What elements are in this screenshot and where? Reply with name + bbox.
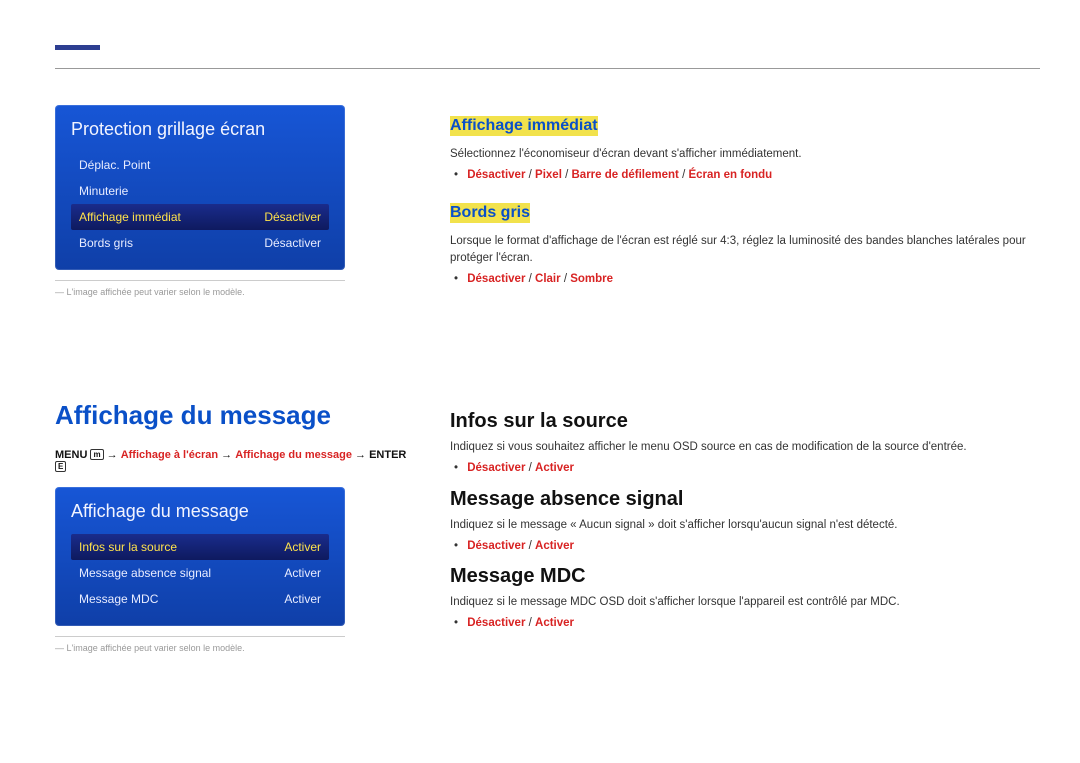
message-menu-title: Affichage du message — [71, 501, 329, 522]
menu-row-value: Activer — [284, 586, 321, 612]
breadcrumb: MENU m → Affichage à l'écran → Affichage… — [55, 449, 415, 473]
heading-bords-gris: Bords gris — [450, 203, 530, 223]
options-affichage-immediat: Désactiver / Pixel / Barre de défilement… — [468, 167, 1040, 184]
menu-row-label: Minuterie — [79, 178, 128, 204]
desc-affichage-immediat: Sélectionnez l'économiseur d'écran devan… — [450, 146, 1040, 163]
footnote-text: L'image affichée peut varier selon le mo… — [55, 636, 345, 653]
menu-row-label: Message absence signal — [79, 560, 211, 586]
menu-row-value: Désactiver — [264, 230, 321, 256]
protection-menu-title: Protection grillage écran — [71, 119, 329, 140]
menu-icon: m — [90, 449, 103, 460]
desc-message-mdc: Indiquez si le message MDC OSD doit s'af… — [450, 594, 1040, 611]
menu-row-value: Désactiver — [264, 204, 321, 230]
menu-row-label: Déplac. Point — [79, 152, 150, 178]
desc-bords-gris: Lorsque le format d'affichage de l'écran… — [450, 233, 1040, 268]
menu-row-value: Activer — [284, 560, 321, 586]
menu-row-absence-signal[interactable]: Message absence signal Activer — [71, 560, 329, 586]
options-bords-gris: Désactiver / Clair / Sombre — [468, 271, 1040, 288]
desc-infos-source: Indiquez si vous souhaitez afficher le m… — [450, 439, 1040, 456]
heading-affichage-immediat: Affichage immédiat — [450, 116, 598, 136]
enter-icon: E — [55, 461, 66, 472]
menu-row-deplac[interactable]: Déplac. Point — [71, 152, 329, 178]
menu-row-infos-source[interactable]: Infos sur la source Activer — [71, 534, 329, 560]
top-rule — [55, 68, 1040, 69]
heading-infos-source: Infos sur la source — [450, 410, 1040, 433]
menu-row-affichage-immediat[interactable]: Affichage immédiat Désactiver — [71, 204, 329, 230]
options-message-mdc: Désactiver / Activer — [468, 615, 1040, 632]
menu-row-label: Affichage immédiat — [79, 204, 181, 230]
message-menu-panel: Affichage du message Infos sur la source… — [55, 487, 345, 626]
desc-absence-signal: Indiquez si le message « Aucun signal » … — [450, 517, 1040, 534]
options-infos-source: Désactiver / Activer — [468, 460, 1040, 477]
options-absence-signal: Désactiver / Activer — [468, 538, 1040, 555]
footnote-text: L'image affichée peut varier selon le mo… — [55, 280, 345, 297]
menu-row-minuterie[interactable]: Minuterie — [71, 178, 329, 204]
menu-row-bords-gris[interactable]: Bords gris Désactiver — [71, 230, 329, 256]
heading-absence-signal: Message absence signal — [450, 488, 1040, 511]
menu-row-value: Activer — [284, 534, 321, 560]
heading-message-mdc: Message MDC — [450, 565, 1040, 588]
top-accent-bar — [55, 45, 100, 50]
protection-menu-panel: Protection grillage écran Déplac. Point … — [55, 105, 345, 270]
menu-row-label: Infos sur la source — [79, 534, 177, 560]
menu-row-label: Message MDC — [79, 586, 158, 612]
menu-row-mdc[interactable]: Message MDC Activer — [71, 586, 329, 612]
page-title: Affichage du message — [55, 400, 415, 431]
menu-row-label: Bords gris — [79, 230, 133, 256]
